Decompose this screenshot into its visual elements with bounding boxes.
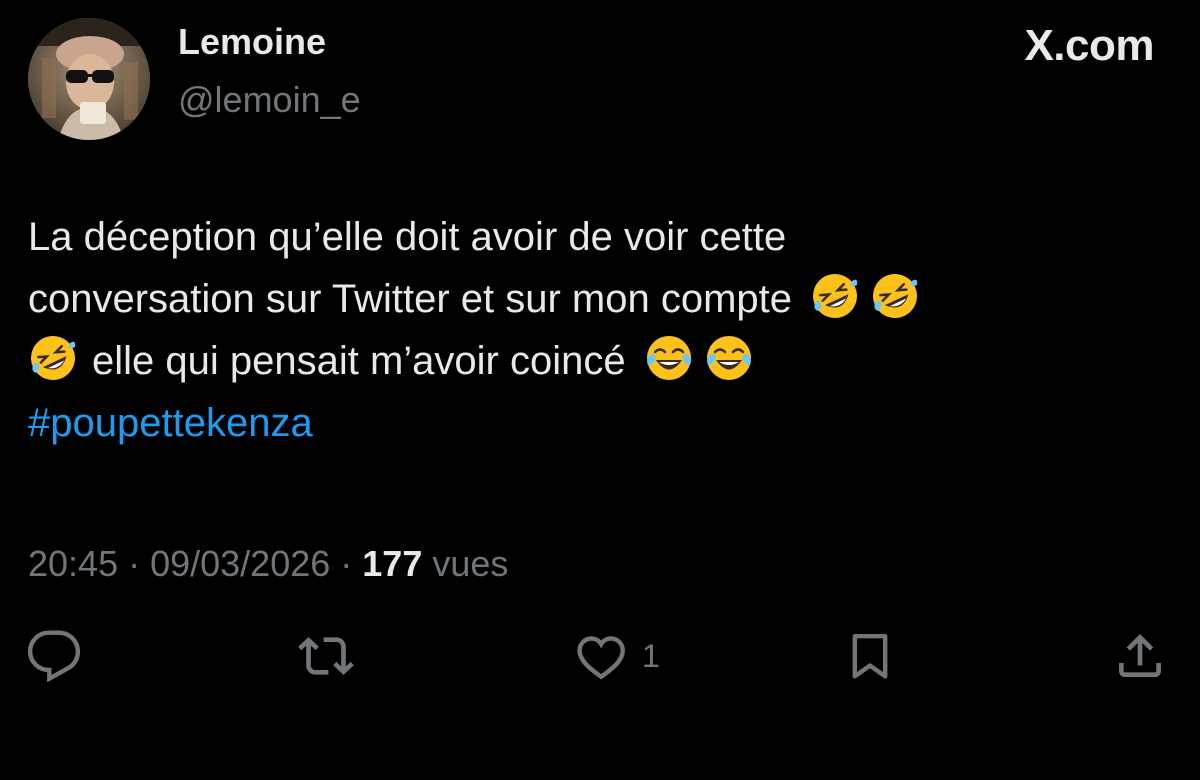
user-handle[interactable]: @lemoin_e — [178, 78, 361, 122]
tweet-header: Lemoine @lemoin_e X.com — [28, 18, 1172, 140]
tweet-text-line-3: elle qui pensait m’avoir coincé — [28, 330, 1148, 392]
like-count: 1 — [642, 637, 660, 674]
reply-button[interactable] — [26, 626, 82, 686]
tweet-text: La déception qu’elle doit avoir de voir … — [28, 206, 1148, 454]
views-count: 177 — [362, 543, 423, 584]
hashtag-link[interactable]: #poupettekenza — [28, 392, 1148, 454]
tweet-text-line-2: conversation sur Twitter et sur mon comp… — [28, 268, 1148, 330]
avatar-image — [28, 18, 150, 140]
face-with-tears-of-joy-emoji-icon — [646, 336, 691, 380]
heart-icon — [577, 636, 625, 680]
tweet-time[interactable]: 20:45 — [28, 543, 118, 584]
meta-separator: · — [118, 543, 151, 584]
tweet-text-line-1: La déception qu’elle doit avoir de voir … — [28, 206, 1148, 268]
user-info: Lemoine @lemoin_e — [178, 20, 361, 122]
rolling-on-floor-laughing-emoji-icon — [31, 336, 76, 380]
share-icon — [1119, 634, 1161, 677]
bookmark-icon — [852, 633, 888, 679]
share-button[interactable] — [1112, 626, 1168, 686]
repost-icon — [298, 637, 354, 675]
meta-separator: · — [330, 543, 363, 584]
views-label: vues — [422, 543, 509, 584]
reply-icon — [27, 630, 81, 683]
bookmark-button[interactable] — [842, 626, 898, 686]
face-with-tears-of-joy-emoji-icon — [706, 336, 751, 380]
rolling-on-floor-laughing-emoji-icon — [873, 274, 918, 318]
tweet-text-segment: conversation sur Twitter et sur mon comp… — [28, 277, 793, 321]
action-bar: 1 — [0, 626, 1200, 690]
tweet-meta: 20:45 · 09/03/2026 · 177 vues — [28, 542, 508, 586]
display-name[interactable]: Lemoine — [178, 20, 361, 64]
avatar[interactable] — [28, 18, 150, 140]
tweet-text-segment: La déception qu’elle doit avoir de voir … — [28, 215, 787, 259]
tweet-text-segment: elle qui pensait m’avoir coincé — [92, 339, 626, 383]
like-button[interactable]: 1 — [572, 626, 660, 686]
tweet-date[interactable]: 09/03/2026 — [150, 543, 330, 584]
x-com-watermark: X.com — [1024, 21, 1154, 70]
rolling-on-floor-laughing-emoji-icon — [813, 274, 858, 318]
repost-button[interactable] — [298, 626, 354, 686]
